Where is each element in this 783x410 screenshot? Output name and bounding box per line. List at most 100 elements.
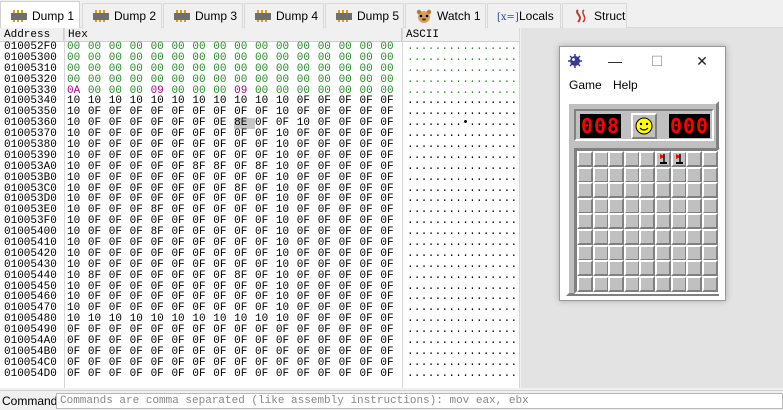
minimize-button[interactable]: — [600,51,630,71]
mine-cell[interactable] [623,244,640,261]
mine-cell[interactable] [592,166,609,183]
mine-cell[interactable] [670,244,687,261]
mine-cell[interactable] [608,197,625,214]
mine-cell[interactable] [686,244,703,261]
address-column-header[interactable]: Address [0,28,64,42]
hex-byte[interactable]: 0F [67,368,88,380]
mine-cell[interactable] [608,166,625,183]
mine-cell[interactable] [577,213,593,230]
mine-cell[interactable] [701,229,718,245]
dump-row[interactable]: 010053B0 10 0F 0F 0F 0F 0F 0F 0F 0F 0F 10 0F 0F 0F 0F 0F… [0,172,520,184]
hex-dump-pane[interactable]: Address Hex ASCII 010052F0 00 00 00 00 00 00 00… [0,28,520,388]
mine-cell[interactable] [655,275,671,292]
mine-cell[interactable] [701,182,718,199]
mine-cell[interactable] [701,213,718,230]
hex-byte[interactable]: 0F [151,368,172,380]
mine-cell[interactable] [608,275,625,292]
mine-cell[interactable] [577,260,593,277]
mine-cell[interactable] [670,275,687,292]
mine-cell[interactable] [577,244,593,261]
ascii-column-header[interactable]: ASCII [402,28,520,42]
mine-cell[interactable] [670,260,687,277]
mine-cell[interactable] [701,166,718,183]
mine-cell[interactable] [577,182,593,199]
mine-cell[interactable] [639,244,656,261]
mine-cell[interactable] [577,275,593,292]
mine-cell[interactable] [577,197,593,214]
mine-cell[interactable] [639,197,656,214]
mine-cell[interactable] [592,260,609,277]
mine-cell[interactable] [701,197,718,214]
tab-dump-3[interactable]: Dump 3 [163,3,243,28]
mine-cell[interactable] [592,197,609,214]
dump-row[interactable]: 01005440 10 8F 0F 0F 0F 0F 0F 0F 8F 0F 10 0F 0F 0F 0F 0F… [0,270,520,282]
mine-cell[interactable] [592,244,609,261]
mine-cell[interactable] [623,182,640,199]
mine-cell[interactable] [608,244,625,261]
mine-cell[interactable] [686,213,703,230]
hex-byte[interactable]: 0F [255,368,276,380]
hex-byte[interactable]: 0F [192,368,213,380]
tab-locals[interactable]: [x=] Locals [487,3,561,28]
tab-watch-1[interactable]: Watch 1 [405,3,486,28]
mine-cell[interactable] [639,182,656,199]
mine-cell[interactable] [577,166,593,183]
mine-cell[interactable] [655,197,671,214]
dump-row[interactable]: 010054D0 0F 0F 0F 0F 0F 0F 0F 0F 0F 0F 0F 0F 0F 0F 0F 0F… [0,368,520,380]
maximize-button[interactable]: ☐ [642,51,672,71]
mine-cell[interactable] [623,229,640,245]
tab-dump-2[interactable]: Dump 2 [82,3,162,28]
minesweeper-window[interactable]: — ☐ ✕ Game Help 008 000 [559,46,726,301]
mine-cell[interactable] [655,260,671,277]
mine-cell[interactable] [639,260,656,277]
mine-cell[interactable] [655,213,671,230]
mine-cell[interactable] [670,151,687,167]
mine-cell[interactable] [623,166,640,183]
mine-cell[interactable] [623,213,640,230]
hex-byte[interactable]: 0F [297,368,318,380]
mine-cell[interactable] [608,151,625,167]
mine-cell[interactable] [686,260,703,277]
tab-dump-1[interactable]: Dump 1 [0,1,80,29]
mine-cell[interactable] [592,229,609,245]
mine-cell[interactable] [655,166,671,183]
hex-column-header[interactable]: Hex [64,28,402,42]
mine-cell[interactable] [670,229,687,245]
mine-cell[interactable] [623,197,640,214]
mine-cell[interactable] [623,151,640,167]
mine-cell[interactable] [701,260,718,277]
mine-cell[interactable] [639,151,656,167]
tab-dump-4[interactable]: Dump 4 [244,3,324,28]
mine-cell[interactable] [592,275,609,292]
hex-byte[interactable]: 0F [276,368,297,380]
mine-cell[interactable] [592,151,609,167]
menu-help[interactable]: Help [613,78,638,92]
mine-cell[interactable] [701,275,718,292]
mine-cell[interactable] [655,244,671,261]
mine-cell[interactable] [670,166,687,183]
mine-cell[interactable] [686,166,703,183]
hex-byte[interactable]: 0F [359,368,380,380]
mine-cell[interactable] [655,151,671,167]
mine-cell[interactable] [639,229,656,245]
hex-byte[interactable]: 0F [339,368,360,380]
window-titlebar[interactable]: — ☐ ✕ [560,47,725,75]
mine-cell[interactable] [701,151,718,167]
dump-row[interactable]: 01005320 00 00 00 00 00 00 00 00 00 00 00 00 00 00 00 00… [0,74,520,86]
hex-byte[interactable]: 0F [318,368,339,380]
mine-cell[interactable] [608,260,625,277]
menu-game[interactable]: Game [569,78,602,92]
hex-byte[interactable]: 0F [213,368,234,380]
mine-cell[interactable] [670,213,687,230]
tab-dump-5[interactable]: Dump 5 [325,3,404,28]
mine-cell[interactable] [639,213,656,230]
mine-cell[interactable] [623,275,640,292]
hex-byte[interactable]: 0F [88,368,109,380]
mine-cell[interactable] [577,229,593,245]
close-button[interactable]: ✕ [687,51,717,71]
hex-byte[interactable]: 0F [171,368,192,380]
mine-cell[interactable] [608,229,625,245]
mine-cell[interactable] [577,151,593,167]
mine-cell[interactable] [686,197,703,214]
command-input[interactable] [56,393,783,409]
